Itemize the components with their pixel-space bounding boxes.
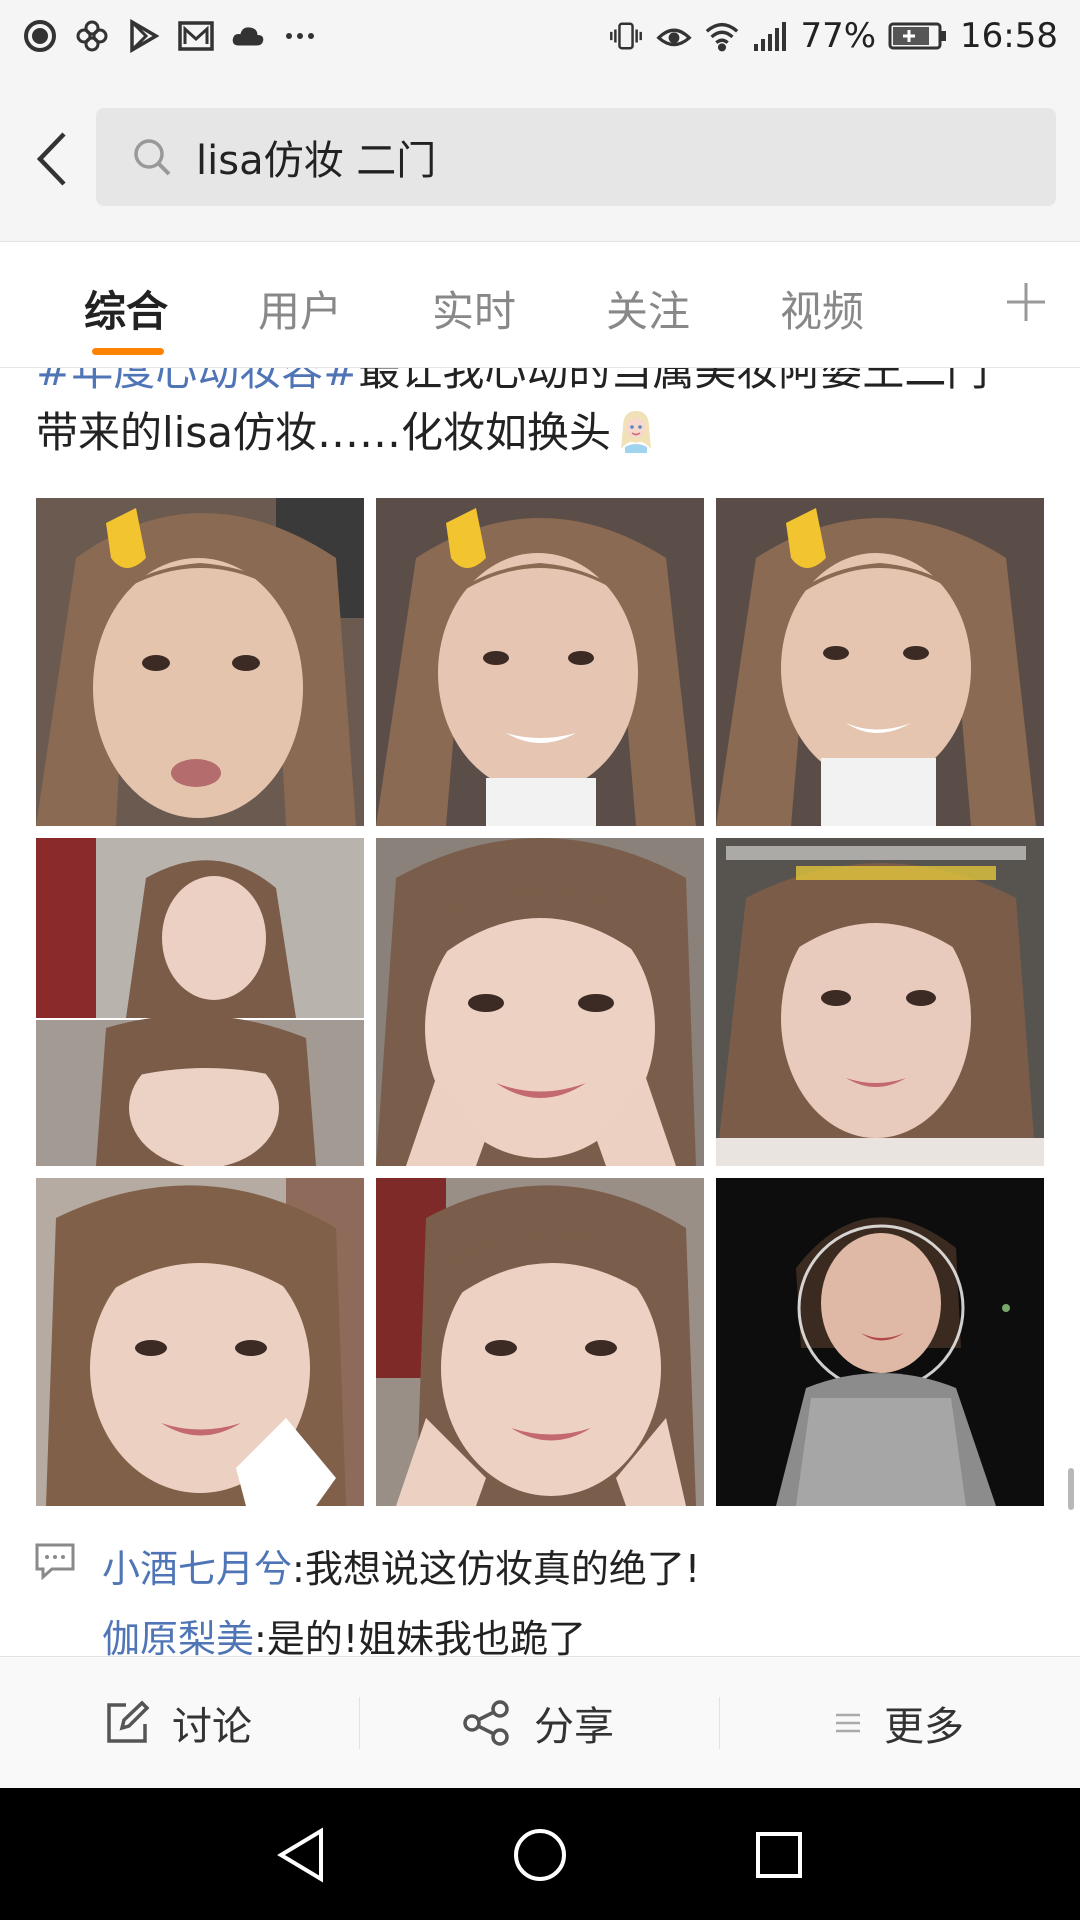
post-image[interactable] bbox=[36, 1178, 364, 1506]
tab-comprehensive[interactable]: 综合 bbox=[84, 278, 168, 339]
comment-text: :我想说这仿妆真的绝了! bbox=[292, 1547, 701, 1591]
divider bbox=[359, 1697, 360, 1749]
triangle-back-icon bbox=[277, 1827, 323, 1883]
search-header: lisa仿妆 二门 bbox=[0, 72, 1080, 242]
share-icon bbox=[463, 1700, 509, 1746]
clover-icon bbox=[74, 18, 110, 54]
comment-text: :是的!姐妹我也跪了 bbox=[254, 1617, 587, 1656]
tab-bar: 综合 用户 实时 关注 视频 bbox=[0, 242, 1080, 368]
post-text[interactable]: #年度心动妆容#最让我心动的当属美妆阿婆王二门 带来的lisa仿妆……化妆如换头 bbox=[36, 368, 1046, 464]
feed[interactable]: #年度心动妆容#最让我心动的当属美妆阿婆王二门 带来的lisa仿妆……化妆如换头 bbox=[0, 368, 1080, 1656]
nav-home-button[interactable] bbox=[505, 1820, 575, 1890]
post-image[interactable] bbox=[36, 498, 364, 826]
divider bbox=[719, 1697, 720, 1749]
post-text-line2: 带来的lisa仿妆……化妆如换头 bbox=[36, 408, 611, 457]
android-nav-bar bbox=[0, 1788, 1080, 1920]
square-recents-icon bbox=[756, 1832, 802, 1878]
wifi-icon bbox=[704, 18, 740, 54]
search-icon bbox=[134, 139, 171, 176]
post-image[interactable] bbox=[376, 838, 704, 1166]
elsa-emoji-icon bbox=[617, 407, 655, 453]
comment-item[interactable]: 伽原梨美:是的!姐妹我也跪了 bbox=[102, 1608, 586, 1656]
back-arrow-icon bbox=[36, 132, 66, 186]
status-right: 77% 16:58 bbox=[608, 16, 1058, 56]
battery-icon bbox=[888, 18, 948, 54]
eye-icon bbox=[656, 18, 693, 54]
comment-icon bbox=[35, 1543, 75, 1580]
cloud-icon bbox=[230, 18, 266, 54]
signal-icon bbox=[752, 18, 788, 54]
tab-following[interactable]: 关注 bbox=[606, 278, 690, 339]
status-left-icons bbox=[22, 18, 318, 54]
circle-home-icon bbox=[514, 1829, 566, 1881]
share-label: 分享 bbox=[534, 1704, 614, 1750]
more-button[interactable]: 更多 bbox=[834, 1657, 964, 1789]
post-image[interactable] bbox=[376, 1178, 704, 1506]
more-dots-icon bbox=[282, 18, 318, 54]
post-topic-link[interactable]: #年度心动妆容# bbox=[36, 368, 358, 395]
post-image[interactable] bbox=[376, 498, 704, 826]
active-tab-indicator bbox=[92, 348, 164, 355]
comment-item[interactable]: 小酒七月兮:我想说这仿妆真的绝了! bbox=[102, 1538, 700, 1593]
circle-icon bbox=[22, 18, 58, 54]
post-image[interactable] bbox=[716, 1178, 1044, 1506]
more-label: 更多 bbox=[884, 1704, 964, 1750]
nav-recents-button[interactable] bbox=[744, 1820, 814, 1890]
comment-author[interactable]: 小酒七月兮 bbox=[102, 1547, 292, 1591]
discuss-label: 讨论 bbox=[172, 1704, 252, 1750]
play-store-icon bbox=[126, 18, 162, 54]
post-image[interactable] bbox=[716, 838, 1044, 1166]
post-action-bar: 讨论 分享 更多 bbox=[0, 1656, 1080, 1788]
tab-realtime[interactable]: 实时 bbox=[432, 278, 516, 339]
add-tab-button[interactable] bbox=[998, 272, 1054, 332]
search-input[interactable]: lisa仿妆 二门 bbox=[96, 108, 1056, 206]
share-button[interactable]: 分享 bbox=[462, 1657, 614, 1789]
clock: 16:58 bbox=[960, 16, 1058, 56]
scrollbar[interactable] bbox=[1068, 1468, 1074, 1510]
edit-icon bbox=[107, 1700, 150, 1743]
mail-icon bbox=[178, 18, 214, 54]
tab-users[interactable]: 用户 bbox=[258, 278, 342, 339]
post-text-line1: 最让我心动的当属美妆阿婆王二门 bbox=[358, 368, 989, 395]
post-image[interactable] bbox=[36, 838, 364, 1166]
comment-author[interactable]: 伽原梨美 bbox=[102, 1617, 254, 1656]
battery-percent: 77% bbox=[800, 16, 877, 56]
back-button[interactable] bbox=[24, 124, 80, 194]
plus-icon bbox=[1007, 283, 1045, 321]
vibrate-icon bbox=[608, 18, 644, 54]
nav-back-button[interactable] bbox=[266, 1820, 336, 1890]
tab-video[interactable]: 视频 bbox=[780, 278, 864, 339]
status-bar: 77% 16:58 bbox=[0, 0, 1080, 72]
post-image[interactable] bbox=[716, 498, 1044, 826]
menu-lines-icon bbox=[836, 1713, 860, 1733]
discuss-button[interactable]: 讨论 bbox=[104, 1657, 252, 1789]
search-query: lisa仿妆 二门 bbox=[196, 138, 437, 184]
